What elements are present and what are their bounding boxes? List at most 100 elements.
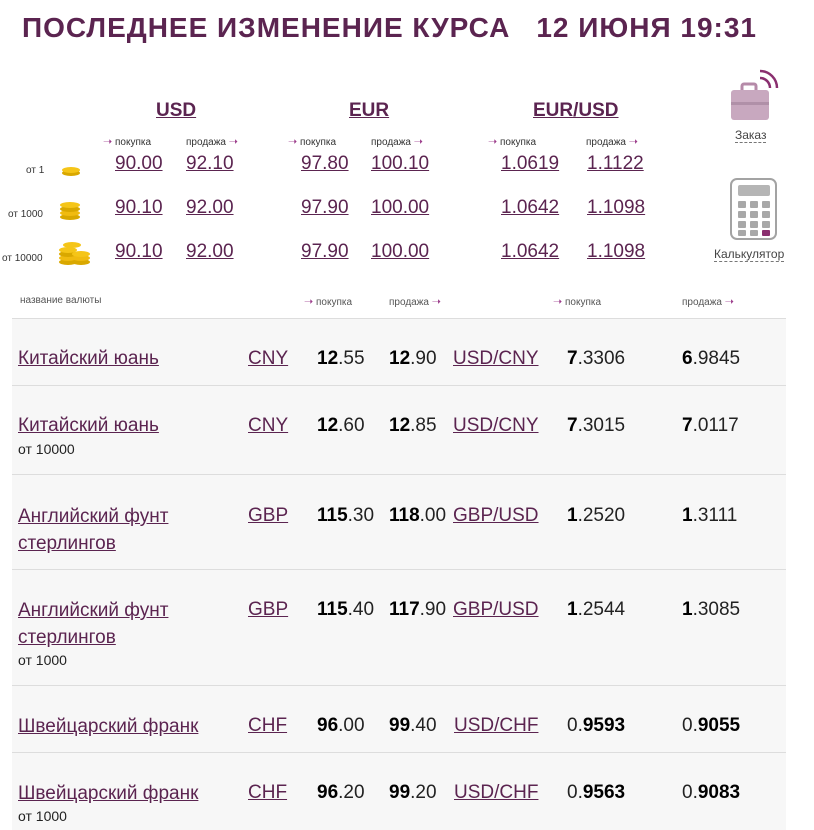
usd-buy-rate[interactable]: 90.10 [115,241,163,263]
currency-name-link[interactable]: Швейцарский франк [18,713,198,740]
coins-small-icon [62,167,80,176]
currency-name-link[interactable]: Китайский юань [18,345,159,372]
currency-usd-link[interactable]: USD [156,100,196,122]
eur-sell-rate[interactable]: 100.00 [371,241,429,263]
briefcase-icon [731,69,779,120]
table-row: Швейцарский франк от 1000 CHF 96.20 99.2… [12,752,786,830]
usd-sell-rate[interactable]: 92.10 [186,153,234,175]
table-row: Английский фунт стерлингов GBP 115.30 11… [12,474,786,570]
buy-rate: 12.55 [317,348,365,369]
arrow-right-icon: ➝ [553,296,563,308]
header-buy: ➝ покупка [304,296,353,308]
usd-buy-rate[interactable]: 90.10 [115,197,163,219]
table-row: Швейцарский франк CHF 96.00 99.40 USD/CH… [12,685,786,753]
order-button[interactable] [726,68,780,128]
calculator-button[interactable] [730,178,778,242]
sell-rate: 12.90 [389,348,437,369]
currency-code-link[interactable]: CHF [248,715,287,737]
buy-rate: 115.40 [317,599,375,620]
usd-sell-rate[interactable]: 92.00 [186,197,234,219]
cross-buy-rate: 0.9593 [567,715,626,736]
tier-label: от 10000 [2,253,43,264]
currency-code-link[interactable]: CHF [248,782,287,804]
title-text: ПОСЛЕДНЕЕ ИЗМЕНЕНИЕ КУРСА [22,12,511,43]
eurusd-sell-label: продажа ➝ [586,136,638,148]
currency-name-link[interactable]: Швейцарский франк [18,780,198,807]
currency-name-link[interactable]: Английский фунт стерлингов [18,597,228,651]
arrow-right-icon: ➝ [304,296,314,308]
eurusd-buy-rate[interactable]: 1.0619 [501,153,559,175]
sell-rate: 99.20 [389,782,437,803]
cross-sell-rate: 1.3111 [682,505,738,526]
eur-buy-label: ➝ покупка [288,136,337,148]
currency-code-link[interactable]: CNY [248,415,288,437]
eurusd-sell-rate[interactable]: 1.1122 [587,153,644,175]
cross-pair-link[interactable]: USD/CHF [454,782,538,804]
header-sell: продажа ➝ [389,296,441,308]
eur-sell-rate[interactable]: 100.10 [371,153,429,175]
header-cross-buy: ➝ покупка [553,296,602,308]
currency-name-link[interactable]: Английский фунт стерлингов [18,503,228,557]
arrow-right-icon: ➝ [228,136,238,148]
amount-note: от 1000 [18,652,67,668]
eur-buy-rate[interactable]: 97.80 [301,153,349,175]
cross-buy-rate: 7.3306 [567,348,626,369]
currency-eurusd-link[interactable]: EUR/USD [533,100,619,122]
cross-pair-link[interactable]: GBP/USD [453,599,539,621]
coins-large-icon [59,242,90,265]
arrow-right-icon: ➝ [413,136,423,148]
table-row: Китайский юань от 10000 CNY 12.60 12.85 … [12,385,786,475]
calculator-icon [730,178,777,240]
eurusd-sell-rate[interactable]: 1.1098 [587,197,645,219]
cross-buy-rate: 1.2520 [567,505,626,526]
cross-pair-link[interactable]: USD/CNY [453,415,539,437]
sell-rate: 99.40 [389,715,437,736]
sell-rate: 12.85 [389,415,437,436]
page-title: ПОСЛЕДНЕЕ ИЗМЕНЕНИЕ КУРСА 12 ИЮНЯ 19:31 [22,12,757,44]
eurusd-buy-rate[interactable]: 1.0642 [501,241,559,263]
header-cross-sell: продажа ➝ [682,296,734,308]
arrow-right-icon: ➝ [488,136,498,148]
buy-rate: 96.20 [317,782,365,803]
usd-sell-rate[interactable]: 92.00 [186,241,234,263]
cross-pair-link[interactable]: USD/CNY [453,348,539,370]
arrow-right-icon: ➝ [103,136,113,148]
eur-buy-rate[interactable]: 97.90 [301,241,349,263]
usd-sell-label: продажа ➝ [186,136,238,148]
sell-rate: 117.90 [389,599,447,620]
eur-sell-label: продажа ➝ [371,136,423,148]
tier-label: от 1 [26,165,45,176]
buy-rate: 96.00 [317,715,365,736]
eur-buy-rate[interactable]: 97.90 [301,197,349,219]
cross-sell-rate: 0.9055 [682,715,741,736]
eurusd-sell-rate[interactable]: 1.1098 [587,241,645,263]
arrow-right-icon: ➝ [431,296,441,308]
eurusd-buy-label: ➝ покупка [488,136,537,148]
cross-buy-rate: 1.2544 [567,599,626,620]
arrow-right-icon: ➝ [288,136,298,148]
currency-code-link[interactable]: CNY [248,348,288,370]
calculator-label[interactable]: Калькулятор [714,247,785,262]
table-row: Английский фунт стерлингов от 1000 GBP 1… [12,569,786,686]
cross-buy-rate: 0.9563 [567,782,626,803]
update-date: 12 ИЮНЯ 19:31 [536,12,758,43]
eur-sell-rate[interactable]: 100.00 [371,197,429,219]
tier-label: от 1000 [8,209,43,220]
currency-name-link[interactable]: Китайский юань [18,412,159,439]
currency-eur-link[interactable]: EUR [349,100,389,122]
buy-rate: 115.30 [317,505,375,526]
eurusd-buy-rate[interactable]: 1.0642 [501,197,559,219]
currency-code-link[interactable]: GBP [248,599,288,621]
cross-buy-rate: 7.3015 [567,415,626,436]
cross-sell-rate: 0.9083 [682,782,741,803]
arrow-right-icon: ➝ [628,136,638,148]
usd-buy-rate[interactable]: 90.00 [115,153,163,175]
currency-code-link[interactable]: GBP [248,505,288,527]
sell-rate: 118.00 [389,505,447,526]
cross-sell-rate: 6.9845 [682,348,741,369]
order-label[interactable]: Заказ [735,128,767,143]
cross-sell-rate: 7.0117 [682,415,739,436]
header-currency-name: название валюты [20,295,102,306]
cross-pair-link[interactable]: GBP/USD [453,505,539,527]
cross-pair-link[interactable]: USD/CHF [454,715,538,737]
